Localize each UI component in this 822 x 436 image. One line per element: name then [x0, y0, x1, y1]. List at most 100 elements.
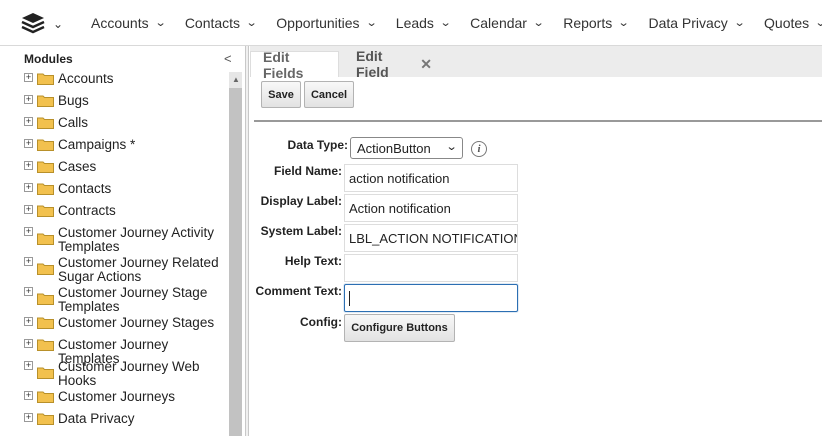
top-navigation-bar: ⌄ Accounts ⌄ Contacts ⌄ Opportunities ⌄ Lea… — [0, 0, 822, 46]
module-item[interactable]: + Customer Journeys — [22, 390, 229, 412]
folder-icon — [37, 292, 54, 305]
chevron-down-icon: ⌄ — [617, 17, 630, 29]
folder-icon — [37, 412, 54, 425]
folder-icon — [37, 94, 54, 107]
help-text-label: Help Text: — [284, 254, 342, 268]
module-item[interactable]: + Customer Journey Activity Templates — [22, 226, 229, 256]
chevron-down-icon: ⌄ — [439, 17, 452, 29]
comment-text-label: Comment Text: — [255, 284, 342, 298]
chevron-down-icon: ⌄ — [532, 17, 545, 29]
stack-layers-icon[interactable] — [21, 12, 45, 34]
module-item-label: Customer Journey Web Hooks — [58, 359, 200, 388]
chevron-down-icon: ⌄ — [245, 17, 258, 29]
module-item[interactable]: + Customer Journey Web Hooks — [22, 360, 229, 390]
module-item[interactable]: + Data Privacy — [22, 412, 229, 434]
module-item-label: Accounts — [58, 71, 114, 86]
nav-contacts[interactable]: Contacts ⌄ — [185, 15, 258, 31]
module-item[interactable]: + Customer Journey Related Sugar Actions — [22, 256, 229, 286]
nav-quotes[interactable]: Quotes⌄ — [764, 15, 822, 31]
chevron-down-icon[interactable]: ⌄ — [53, 17, 63, 31]
module-item-label: Campaigns * — [58, 137, 136, 152]
system-label-label: System Label: — [260, 224, 342, 238]
tab-edit-fields[interactable]: Edit Fields — [250, 49, 339, 81]
nav-reports[interactable]: Reports ⌄ — [563, 15, 630, 31]
config-label: Config: — [300, 315, 342, 329]
configure-buttons-button[interactable]: Configure Buttons — [344, 314, 455, 342]
field-name-label: Field Name: — [273, 164, 342, 178]
expand-plus-icon[interactable]: + — [24, 73, 33, 82]
data-type-label: Data Type: — [287, 138, 348, 152]
expand-plus-icon[interactable]: + — [24, 117, 33, 126]
field-name-input[interactable]: action notification — [344, 164, 518, 192]
expand-plus-icon[interactable]: + — [24, 317, 33, 326]
info-icon[interactable]: i — [471, 141, 487, 157]
module-item-label: Contacts — [58, 181, 112, 196]
folder-icon — [37, 138, 54, 151]
module-item-label: Calls — [58, 115, 89, 130]
module-item-label: Customer Journey Stages — [58, 315, 215, 330]
tab-bar: Edit Fields Edit Field ✕ — [250, 46, 822, 81]
module-item[interactable]: + Contacts — [22, 182, 229, 204]
chevron-down-icon: ⌄ — [154, 17, 167, 29]
module-item-label: Contracts — [58, 203, 116, 218]
module-item[interactable]: + Campaigns * — [22, 138, 229, 160]
module-item[interactable]: + Calls — [22, 116, 229, 138]
expand-plus-icon[interactable]: + — [24, 227, 33, 236]
folder-icon — [37, 232, 54, 245]
expand-plus-icon[interactable]: + — [24, 257, 33, 266]
cancel-button[interactable]: Cancel — [304, 81, 354, 108]
expand-plus-icon[interactable]: + — [24, 391, 33, 400]
system-label-input[interactable]: LBL_ACTION NOTIFICATION — [344, 224, 518, 252]
folder-icon — [37, 116, 54, 129]
data-type-select[interactable]: ActionButton ⌄ — [350, 137, 463, 159]
module-item-label: Bugs — [58, 93, 89, 108]
folder-icon — [37, 204, 54, 217]
folder-icon — [37, 160, 54, 173]
comment-text-input[interactable] — [344, 284, 518, 312]
module-item[interactable]: + Customer Journey Templates — [22, 338, 229, 366]
module-item[interactable]: + Customer Journey Stages — [22, 316, 229, 338]
module-item[interactable]: + Customer Journey Stage Templates — [22, 286, 229, 316]
display-label-input[interactable]: Action notification — [344, 194, 518, 222]
expand-plus-icon[interactable]: + — [24, 339, 33, 348]
chevron-down-icon: ⌄ — [365, 17, 378, 29]
help-text-input[interactable] — [344, 254, 518, 282]
folder-icon — [37, 390, 54, 403]
module-item-label: Data Privacy — [58, 411, 135, 426]
expand-plus-icon[interactable]: + — [24, 287, 33, 296]
collapse-panel-icon[interactable]: < — [224, 51, 232, 66]
scroll-up-arrow-icon[interactable]: ▲ — [232, 75, 240, 84]
tab-edit-field[interactable]: Edit Field ✕ — [344, 48, 444, 80]
folder-icon — [37, 72, 54, 85]
save-button[interactable]: Save — [261, 81, 301, 108]
folder-icon — [37, 338, 54, 351]
module-item[interactable]: + Cases — [22, 160, 229, 182]
module-item-label: Cases — [58, 159, 97, 174]
expand-plus-icon[interactable]: + — [24, 161, 33, 170]
expand-plus-icon[interactable]: + — [24, 361, 33, 370]
chevron-down-icon: ⌄ — [445, 141, 458, 153]
folder-icon — [37, 182, 54, 195]
modules-header: Modules — [24, 52, 73, 66]
folder-icon — [37, 366, 54, 379]
close-tab-icon[interactable]: ✕ — [420, 56, 432, 73]
modules-panel: Modules < + Accounts + Bugs + Calls + Campaigns… — [0, 46, 245, 436]
nav-accounts[interactable]: Accounts ⌄ — [91, 15, 167, 31]
module-item[interactable]: + Bugs — [22, 94, 229, 116]
module-item[interactable]: + Accounts — [22, 72, 229, 94]
nav-data-privacy[interactable]: Data Privacy ⌄ — [648, 15, 745, 31]
chevron-down-icon: ⌄ — [815, 16, 822, 29]
panel-splitter[interactable] — [245, 46, 249, 436]
module-item[interactable]: + Contracts — [22, 204, 229, 226]
module-item-label: Customer Journeys — [58, 389, 176, 404]
nav-opportunities[interactable]: Opportunities ⌄ — [276, 15, 378, 31]
nav-calendar[interactable]: Calendar ⌄ — [470, 15, 545, 31]
expand-plus-icon[interactable]: + — [24, 95, 33, 104]
toolbar-divider — [254, 120, 822, 122]
expand-plus-icon[interactable]: + — [24, 183, 33, 192]
expand-plus-icon[interactable]: + — [24, 205, 33, 214]
nav-leads[interactable]: Leads ⌄ — [396, 15, 452, 31]
expand-plus-icon[interactable]: + — [24, 413, 33, 422]
modules-tree: + Accounts + Bugs + Calls + Campaigns * + Cases + C… — [22, 72, 229, 434]
expand-plus-icon[interactable]: + — [24, 139, 33, 148]
